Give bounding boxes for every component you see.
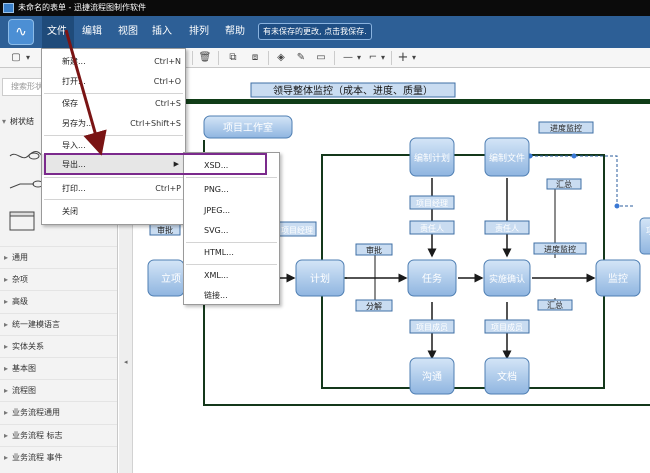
menu-file[interactable]: 文件 — [42, 16, 74, 48]
selection-handle[interactable] — [614, 203, 620, 209]
node-project-work[interactable]: 项目工作室 — [203, 115, 293, 139]
splitter-handle-icon[interactable]: ◂ — [124, 358, 128, 366]
to-back-icon[interactable]: ⧈ — [248, 50, 262, 66]
file-print-item[interactable]: 打印... Ctrl+P — [42, 178, 185, 199]
menubar: ∿ 文件 编辑 视图 插入 排列 帮助 有未保存的更改, 点击我保存. — [0, 16, 650, 48]
file-open-item[interactable]: 打开... Ctrl+O — [42, 71, 185, 92]
file-close-item[interactable]: 关闭 — [42, 201, 185, 222]
waypoints-dropdown-icon[interactable]: ▾ — [379, 50, 387, 66]
menu-divider — [186, 177, 277, 178]
category-bpmn-events[interactable]: ▸ 业务流程 事件 — [0, 446, 117, 468]
node-goutong[interactable]: 沟通 — [409, 357, 455, 395]
category-general[interactable]: ▸ 通用 — [0, 246, 117, 268]
node-lixiang[interactable]: 立项 — [147, 259, 185, 297]
node-label: 计划 — [310, 272, 330, 285]
fill-color-icon[interactable]: ◈ — [274, 50, 288, 66]
toolbar-divider — [268, 51, 269, 65]
shadow-icon[interactable]: ▭ — [314, 50, 328, 66]
svg-text:项目经理: 项目经理 — [416, 198, 448, 208]
svg-text:项目经理: 项目经理 — [281, 225, 313, 235]
line-color-icon[interactable]: ✎ — [294, 50, 308, 66]
node-bianzhi-jihua[interactable]: 编制计划 — [409, 137, 455, 177]
node-right-edge[interactable]: 项 — [639, 217, 650, 255]
page-view-icon[interactable]: ▢ — [10, 50, 22, 66]
connection-style-icon[interactable]: — — [340, 50, 356, 66]
node-renwu[interactable]: 任务 — [407, 259, 457, 297]
window-titlebar: 未命名的表单 - 迅捷流程图制作软件 — [0, 0, 650, 16]
toolbar-divider — [391, 51, 392, 65]
diagram-title: 领导整体监控（成本、进度、质量） — [273, 84, 433, 97]
svg-text:分解: 分解 — [366, 301, 382, 311]
file-menu-dropdown: 新建... Ctrl+N 打开... Ctrl+O 保存 Ctrl+S 另存为... C… — [41, 48, 186, 225]
svg-text:汇总: 汇总 — [547, 300, 563, 310]
window-title: 未命名的表单 - 迅捷流程图制作软件 — [18, 3, 146, 12]
svg-text:审批: 审批 — [157, 225, 173, 235]
connection-dropdown-icon[interactable]: ▾ — [355, 50, 363, 66]
export-html-item[interactable]: HTML... — [184, 242, 279, 263]
toolbar-divider — [218, 51, 219, 65]
to-front-icon[interactable]: ⧉ — [226, 50, 240, 66]
export-xml-item[interactable]: XML... — [184, 265, 279, 286]
svg-text:项目成员: 项目成员 — [416, 322, 448, 332]
category-entity-relation[interactable]: ▸ 实体关系 — [0, 335, 117, 357]
node-label: 编制计划 — [414, 152, 450, 164]
node-label: 项 — [646, 226, 650, 237]
svg-text:审批: 审批 — [366, 245, 382, 255]
node-label: 实施确认 — [489, 273, 525, 285]
category-advanced[interactable]: ▸ 高级 — [0, 290, 117, 312]
insert-plus-icon[interactable]: + — [397, 50, 409, 66]
svg-text:责任人: 责任人 — [420, 223, 444, 233]
node-label: 任务 — [422, 272, 442, 285]
category-uml[interactable]: ▸ 统一建模语言 — [0, 313, 117, 335]
category-misc[interactable]: ▸ 杂项 — [0, 268, 117, 290]
node-shishi-queren[interactable]: 实施确认 — [483, 259, 531, 297]
node-label: 沟通 — [422, 370, 442, 383]
file-save-item[interactable]: 保存 Ctrl+S — [42, 93, 185, 114]
svg-text:责任人: 责任人 — [495, 223, 519, 233]
menu-insert[interactable]: 插入 — [152, 16, 172, 48]
node-label: 文档 — [497, 370, 517, 383]
delete-icon[interactable]: 🗑 — [198, 50, 212, 66]
export-png-item[interactable]: PNG... — [184, 179, 279, 200]
category-bpmn-general[interactable]: ▸ 业务流程通用 — [0, 401, 117, 423]
menu-edit[interactable]: 编辑 — [82, 16, 102, 48]
app-logo-icon[interactable]: ∿ — [8, 19, 34, 45]
menu-view[interactable]: 视图 — [118, 16, 138, 48]
menu-divider — [44, 199, 183, 200]
svg-text:进度监控: 进度监控 — [550, 123, 582, 133]
file-save-as-item[interactable]: 另存为... Ctrl+Shift+S — [42, 113, 185, 134]
svg-text:项目成员: 项目成员 — [491, 322, 523, 332]
collapse-arrow-icon: ▾ — [2, 117, 7, 126]
export-jpeg-item[interactable]: JPEG... — [184, 200, 279, 221]
node-jiankong[interactable]: 监控 — [595, 259, 641, 297]
waypoints-icon[interactable]: ⌐ — [366, 50, 380, 66]
menu-help[interactable]: 帮助 — [225, 16, 245, 48]
category-basic[interactable]: ▸ 基本图 — [0, 357, 117, 379]
category-bpmn-symbols[interactable]: ▸ 业务流程 标志 — [0, 424, 117, 446]
node-label: 编制文件 — [489, 152, 525, 164]
tutorial-highlight-box — [44, 153, 267, 175]
export-svg-item[interactable]: SVG... — [184, 220, 279, 241]
node-label: 立项 — [161, 272, 181, 285]
header-bar — [134, 99, 650, 104]
selection-handle[interactable] — [571, 153, 577, 159]
export-link-item[interactable]: 链接... — [184, 285, 279, 306]
file-new-item[interactable]: 新建... Ctrl+N — [42, 51, 185, 72]
node-label: 项目工作室 — [223, 121, 273, 134]
svg-text:汇总: 汇总 — [556, 179, 572, 189]
category-flowchart[interactable]: ▸ 流程图 — [0, 379, 117, 401]
toolbar-divider — [334, 51, 335, 65]
unsaved-changes-button[interactable]: 有未保存的更改, 点击我保存. — [258, 23, 372, 40]
app-icon — [3, 3, 14, 13]
page-view-dropdown-icon[interactable]: ▾ — [24, 50, 32, 66]
selected-connector[interactable] — [530, 155, 634, 207]
node-jihua[interactable]: 计划 — [295, 259, 345, 297]
node-label: 监控 — [608, 272, 628, 285]
menu-arrange[interactable]: 排列 — [189, 16, 209, 48]
toolbar-divider — [192, 51, 193, 65]
insert-dropdown-icon[interactable]: ▾ — [410, 50, 418, 66]
node-bianzhi-wenjian[interactable]: 编制文件 — [484, 137, 530, 177]
svg-text:进度监控: 进度监控 — [544, 244, 576, 254]
node-wendang[interactable]: 文档 — [484, 357, 530, 395]
